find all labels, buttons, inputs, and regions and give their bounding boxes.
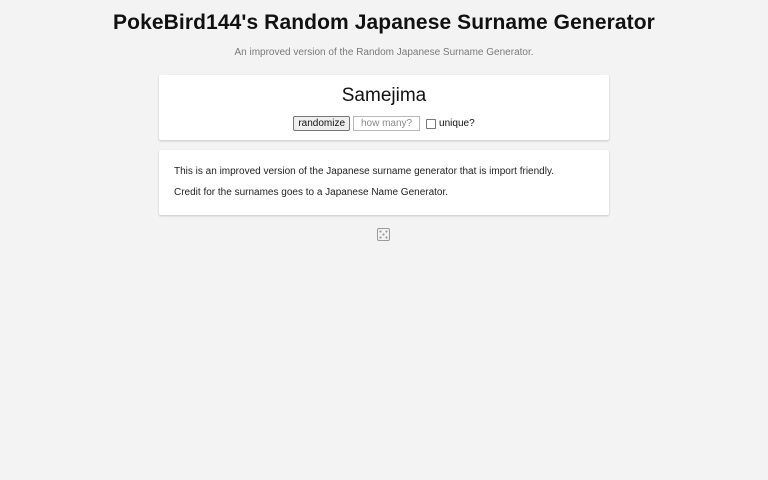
page: PokeBird144's Random Japanese Surname Ge… — [0, 0, 768, 480]
unique-checkbox[interactable] — [426, 118, 437, 129]
info-description: This is an improved version of the Japan… — [174, 166, 554, 177]
generated-surname: Samejima — [341, 85, 427, 106]
page-subtitle: An improved version of the Random Japane… — [234, 47, 534, 58]
info-credit: Credit for the surnames goes to a Japane… — [174, 187, 449, 198]
how-many-input[interactable] — [353, 116, 421, 131]
generator-card: Samejima randomize unique? — [159, 75, 609, 140]
page-title: PokeBird144's Random Japanese Surname Ge… — [113, 11, 655, 34]
unique-label: unique? — [439, 118, 475, 129]
dice-icon — [377, 228, 390, 241]
generator-controls: randomize unique? — [159, 116, 609, 131]
randomize-button[interactable]: randomize — [293, 116, 351, 131]
unique-option[interactable]: unique? — [426, 118, 475, 129]
info-card: This is an improved version of the Japan… — [159, 150, 609, 215]
